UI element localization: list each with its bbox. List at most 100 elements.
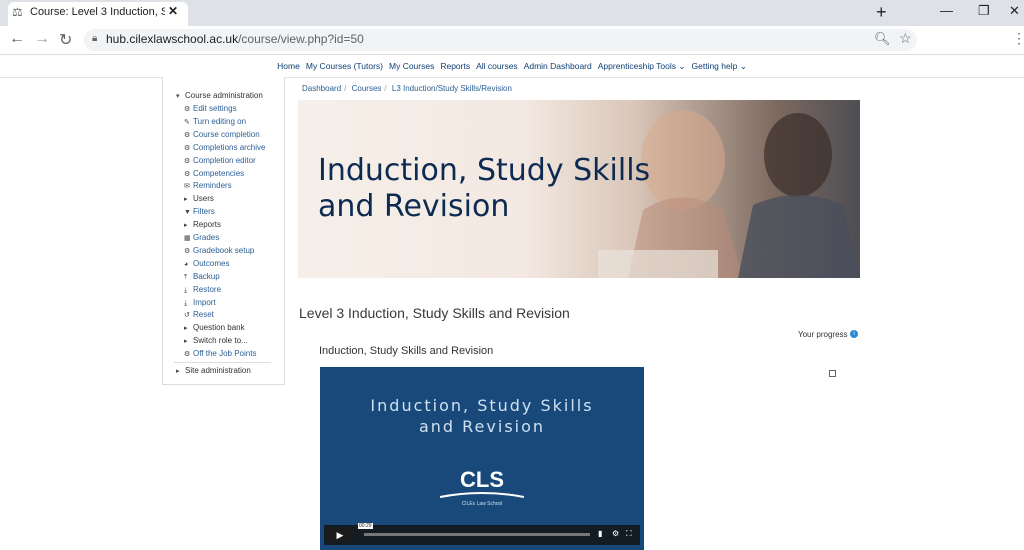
sidebar-item[interactable]: ⚙ Gradebook setup xyxy=(184,246,254,255)
browser-menu-icon[interactable]: ⋮ xyxy=(1012,30,1024,47)
restore-icon[interactable]: ❐ xyxy=(978,3,990,19)
sidebar-item[interactable]: ✉ Reminders xyxy=(184,181,232,190)
tab-close-icon[interactable]: ✕ xyxy=(168,4,178,18)
back-icon[interactable]: ← xyxy=(9,30,25,48)
minimize-icon[interactable]: — xyxy=(940,3,953,18)
course-administration-toggle[interactable]: ▾ Course administration xyxy=(176,91,263,100)
sidebar-item-label: Restore xyxy=(193,284,222,294)
sidebar-item[interactable]: ⚙ Competencies xyxy=(184,169,244,178)
site-nav-item[interactable]: Admin Dashboard xyxy=(524,61,592,71)
bookmark-star-icon[interactable]: ☆ xyxy=(899,30,912,47)
site-nav-item[interactable]: My Courses (Tutors) xyxy=(306,61,383,71)
video-player[interactable]: Induction, Study Skills and Revision CLS … xyxy=(320,367,644,550)
site-nav-item[interactable]: Home xyxy=(277,61,300,71)
section-title: Induction, Study Skills and Revision xyxy=(319,345,494,357)
site-nav-item[interactable]: My Courses xyxy=(389,61,434,71)
zoom-icon[interactable]: 🔍︎ xyxy=(874,31,891,47)
reload-icon[interactable]: ↻ xyxy=(59,30,72,50)
breadcrumb-dashboard[interactable]: Dashboard xyxy=(302,84,341,93)
url-text[interactable]: hub.cilexlawschool.ac.uk/course/view.php… xyxy=(106,32,364,46)
gear-icon: ⚙ xyxy=(184,131,191,139)
lock-icon[interactable]: 🔒︎ xyxy=(92,33,97,44)
tab-title: Course: Level 3 Induction, Study Skills … xyxy=(30,6,165,18)
caret-right-icon: ▸ xyxy=(184,196,188,204)
table-icon: ▦ xyxy=(184,235,191,242)
sidebar-divider xyxy=(174,362,271,363)
breadcrumb-course[interactable]: L3 Induction/Study Skills/Revision xyxy=(392,84,512,93)
upload-icon: ⤒ xyxy=(184,273,188,281)
gear-icon: ⚙ xyxy=(184,247,191,255)
gear-icon: ⚙ xyxy=(184,170,191,178)
settings-icon[interactable]: ⚙ xyxy=(612,529,619,538)
site-administration-toggle[interactable]: ▸ Site administration xyxy=(176,366,251,375)
sidebar-item-label: Reset xyxy=(193,310,214,320)
forward-icon[interactable]: → xyxy=(34,30,50,48)
sidebar-item-label: Reminders xyxy=(193,181,232,191)
sidebar-item-label: Outcomes xyxy=(193,258,230,268)
play-button[interactable]: ▶ xyxy=(326,528,354,542)
gear-icon: ⚙ xyxy=(184,157,191,165)
sidebar-item-label: Gradebook setup xyxy=(193,245,255,255)
sidebar-item-label: Completion editor xyxy=(193,155,256,165)
sidebar-item-label: Backup xyxy=(193,271,220,281)
pencil-icon: ✎ xyxy=(184,118,190,126)
sidebar-item[interactable]: ⚙ Edit settings xyxy=(184,104,237,113)
sidebar-item[interactable]: ⚙ Completion editor xyxy=(184,156,256,165)
site-nav-links: Home My Courses (Tutors) My Courses Reports… xyxy=(0,61,1024,72)
sidebar-item-label: Competencies xyxy=(193,168,245,178)
sidebar-item[interactable]: ▸ Switch role to... xyxy=(184,336,248,345)
sidebar-item-label: Edit settings xyxy=(193,104,237,113)
sidebar-item-label: Filters xyxy=(193,207,215,217)
video-time: 00:29 xyxy=(358,523,373,529)
info-icon[interactable]: i xyxy=(850,330,858,338)
course-heading: Level 3 Induction, Study Skills and Revi… xyxy=(299,305,570,321)
sidebar-item[interactable]: ⤓ Restore xyxy=(184,285,221,295)
sidebar-item[interactable]: ◕ Outcomes xyxy=(184,259,229,268)
gear-icon: ⚙ xyxy=(184,351,191,359)
download-icon: ⤓ xyxy=(184,286,188,294)
sidebar-item[interactable]: ▦ Grades xyxy=(184,233,219,242)
sidebar-item-label: Course completion xyxy=(193,129,260,139)
cls-logo: CLS xyxy=(460,467,504,492)
new-tab-icon[interactable]: + xyxy=(876,2,887,23)
sidebar-item[interactable]: ▸ Users xyxy=(184,194,214,203)
logo-swoosh xyxy=(439,492,525,498)
sidebar-item[interactable]: ▼ Filters xyxy=(184,207,215,216)
sidebar-item[interactable]: ▸ Question bank xyxy=(184,323,245,332)
sidebar-item-label: Completions archive xyxy=(193,142,266,152)
sidebar-item[interactable]: ↺ Reset xyxy=(184,310,214,319)
sidebar-item-label: Question bank xyxy=(193,323,245,333)
undo-icon: ↺ xyxy=(184,312,190,320)
sidebar-item[interactable]: ⚙ Completions archive xyxy=(184,143,265,152)
site-nav-item[interactable]: Reports xyxy=(440,61,470,71)
envelope-icon: ✉ xyxy=(184,183,190,191)
site-nav-item[interactable]: Apprenticeship Tools ⌄ xyxy=(598,61,686,71)
sidebar-item-label: Import xyxy=(193,297,216,307)
your-progress-label: Your progress xyxy=(798,330,848,339)
sidebar-item[interactable]: ▸ Reports xyxy=(184,220,221,229)
gear-icon: ⚙ xyxy=(184,144,191,152)
completion-checkbox[interactable] xyxy=(829,370,836,377)
sidebar-item-label: Users xyxy=(193,194,214,204)
caret-down-icon: ▾ xyxy=(176,93,180,100)
video-progress-track[interactable] xyxy=(364,533,590,536)
caret-right-icon: ▸ xyxy=(184,222,188,230)
volume-icon[interactable]: ▮ xyxy=(598,529,602,538)
sidebar-item[interactable]: ✎ Turn editing on xyxy=(184,117,246,126)
sidebar-item-label: Grades xyxy=(193,233,220,242)
sidebar-item[interactable]: ⚙ Course completion xyxy=(184,130,260,139)
sidebar-item-label: Switch role to... xyxy=(193,336,248,346)
course-banner: Induction, Study Skills and Revision xyxy=(298,100,860,278)
sidebar-item[interactable]: ⚙ Off the Job Points xyxy=(184,349,256,358)
sidebar-item-label: Reports xyxy=(193,220,222,230)
filter-icon: ▼ xyxy=(184,209,191,217)
sidebar-item[interactable]: ⤒ Backup xyxy=(184,272,220,282)
gear-icon: ⚙ xyxy=(184,106,191,113)
caret-right-icon: ▸ xyxy=(176,368,180,375)
site-nav-item[interactable]: Getting help ⌄ xyxy=(692,61,747,71)
site-nav-item[interactable]: All courses xyxy=(476,61,518,71)
breadcrumb-courses[interactable]: Courses xyxy=(352,84,382,93)
window-close-icon[interactable]: ✕ xyxy=(1009,3,1020,19)
fullscreen-icon[interactable]: ⛶ xyxy=(626,529,632,539)
sidebar-item[interactable]: ⤓ Import xyxy=(184,298,216,308)
